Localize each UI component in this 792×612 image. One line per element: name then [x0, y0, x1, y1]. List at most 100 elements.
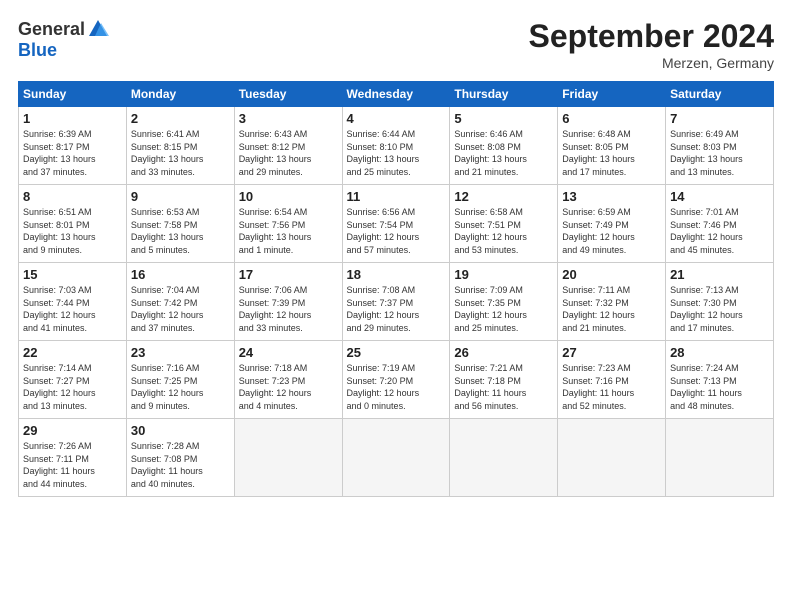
day-info: Sunrise: 6:39 AM Sunset: 8:17 PM Dayligh… — [23, 128, 122, 178]
day-info: Sunrise: 7:14 AM Sunset: 7:27 PM Dayligh… — [23, 362, 122, 412]
logo-general-text: General — [18, 19, 85, 40]
day-info: Sunrise: 6:59 AM Sunset: 7:49 PM Dayligh… — [562, 206, 661, 256]
day-info: Sunrise: 6:44 AM Sunset: 8:10 PM Dayligh… — [347, 128, 446, 178]
table-row: 24Sunrise: 7:18 AM Sunset: 7:23 PM Dayli… — [234, 341, 342, 419]
day-number: 19 — [454, 267, 553, 282]
title-block: September 2024 Merzen, Germany — [529, 18, 774, 71]
day-number: 8 — [23, 189, 122, 204]
day-number: 17 — [239, 267, 338, 282]
day-number: 21 — [670, 267, 769, 282]
day-number: 10 — [239, 189, 338, 204]
day-number: 20 — [562, 267, 661, 282]
header-row: Sunday Monday Tuesday Wednesday Thursday… — [19, 82, 774, 107]
calendar-row: 29 Sunrise: 7:26 AM Sunset: 7:11 PM Dayli… — [19, 419, 774, 497]
logo-icon — [87, 18, 109, 40]
table-row: 4 Sunrise: 6:44 AM Sunset: 8:10 PM Daylig… — [342, 107, 450, 185]
table-row: 15Sunrise: 7:03 AM Sunset: 7:44 PM Dayli… — [19, 263, 127, 341]
day-info: Sunrise: 7:04 AM Sunset: 7:42 PM Dayligh… — [131, 284, 230, 334]
day-info: Sunrise: 7:13 AM Sunset: 7:30 PM Dayligh… — [670, 284, 769, 334]
day-info: Sunrise: 6:53 AM Sunset: 7:58 PM Dayligh… — [131, 206, 230, 256]
day-number: 28 — [670, 345, 769, 360]
day-number: 11 — [347, 189, 446, 204]
day-info: Sunrise: 7:18 AM Sunset: 7:23 PM Dayligh… — [239, 362, 338, 412]
table-row: 17 Sunrise: 7:06 AM Sunset: 7:39 PM Dayli… — [234, 263, 342, 341]
calendar-row: 8 Sunrise: 6:51 AM Sunset: 8:01 PM Daylig… — [19, 185, 774, 263]
day-number: 27 — [562, 345, 661, 360]
table-row — [666, 419, 774, 497]
table-row: 14 Sunrise: 7:01 AM Sunset: 7:46 PM Dayli… — [666, 185, 774, 263]
table-row: 25 Sunrise: 7:19 AM Sunset: 7:20 PM Dayli… — [342, 341, 450, 419]
logo: General Blue — [18, 18, 109, 61]
day-info: Sunrise: 6:46 AM Sunset: 8:08 PM Dayligh… — [454, 128, 553, 178]
table-row: 2Sunrise: 6:41 AM Sunset: 8:15 PM Daylig… — [126, 107, 234, 185]
table-row: 28 Sunrise: 7:24 AM Sunset: 7:13 PM Dayli… — [666, 341, 774, 419]
header: General Blue September 2024 Merzen, Germ… — [18, 18, 774, 71]
calendar-table: Sunday Monday Tuesday Wednesday Thursday… — [18, 81, 774, 497]
day-info: Sunrise: 7:03 AM Sunset: 7:44 PM Dayligh… — [23, 284, 122, 334]
table-row — [450, 419, 558, 497]
calendar-row: 15Sunrise: 7:03 AM Sunset: 7:44 PM Dayli… — [19, 263, 774, 341]
th-sunday: Sunday — [19, 82, 127, 107]
day-info: Sunrise: 6:56 AM Sunset: 7:54 PM Dayligh… — [347, 206, 446, 256]
day-info: Sunrise: 7:21 AM Sunset: 7:18 PM Dayligh… — [454, 362, 553, 412]
th-saturday: Saturday — [666, 82, 774, 107]
table-row: 21 Sunrise: 7:13 AM Sunset: 7:30 PM Dayli… — [666, 263, 774, 341]
table-row: 22 Sunrise: 7:14 AM Sunset: 7:27 PM Dayli… — [19, 341, 127, 419]
day-info: Sunrise: 7:26 AM Sunset: 7:11 PM Dayligh… — [23, 440, 122, 490]
day-info: Sunrise: 7:09 AM Sunset: 7:35 PM Dayligh… — [454, 284, 553, 334]
day-info: Sunrise: 6:41 AM Sunset: 8:15 PM Dayligh… — [131, 128, 230, 178]
day-number: 9 — [131, 189, 230, 204]
day-number: 22 — [23, 345, 122, 360]
day-number: 7 — [670, 111, 769, 126]
th-friday: Friday — [558, 82, 666, 107]
table-row: 30 Sunrise: 7:28 AM Sunset: 7:08 PM Dayli… — [126, 419, 234, 497]
table-row: 20 Sunrise: 7:11 AM Sunset: 7:32 PM Dayli… — [558, 263, 666, 341]
day-number: 26 — [454, 345, 553, 360]
day-number: 6 — [562, 111, 661, 126]
table-row: 19 Sunrise: 7:09 AM Sunset: 7:35 PM Dayli… — [450, 263, 558, 341]
logo-blue-text: Blue — [18, 40, 57, 60]
day-info: Sunrise: 6:51 AM Sunset: 8:01 PM Dayligh… — [23, 206, 122, 256]
day-info: Sunrise: 6:49 AM Sunset: 8:03 PM Dayligh… — [670, 128, 769, 178]
day-info: Sunrise: 7:01 AM Sunset: 7:46 PM Dayligh… — [670, 206, 769, 256]
table-row: 18 Sunrise: 7:08 AM Sunset: 7:37 PM Dayli… — [342, 263, 450, 341]
day-info: Sunrise: 7:08 AM Sunset: 7:37 PM Dayligh… — [347, 284, 446, 334]
month-title: September 2024 — [529, 18, 774, 55]
day-number: 4 — [347, 111, 446, 126]
table-row — [558, 419, 666, 497]
table-row: 1 Sunrise: 6:39 AM Sunset: 8:17 PM Daylig… — [19, 107, 127, 185]
table-row: 26 Sunrise: 7:21 AM Sunset: 7:18 PM Dayli… — [450, 341, 558, 419]
day-number: 3 — [239, 111, 338, 126]
day-number: 18 — [347, 267, 446, 282]
day-number: 13 — [562, 189, 661, 204]
day-info: Sunrise: 6:54 AM Sunset: 7:56 PM Dayligh… — [239, 206, 338, 256]
table-row: 23Sunrise: 7:16 AM Sunset: 7:25 PM Dayli… — [126, 341, 234, 419]
table-row: 12 Sunrise: 6:58 AM Sunset: 7:51 PM Dayli… — [450, 185, 558, 263]
day-info: Sunrise: 7:28 AM Sunset: 7:08 PM Dayligh… — [131, 440, 230, 490]
location: Merzen, Germany — [529, 55, 774, 71]
table-row: 13 Sunrise: 6:59 AM Sunset: 7:49 PM Dayli… — [558, 185, 666, 263]
day-info: Sunrise: 7:19 AM Sunset: 7:20 PM Dayligh… — [347, 362, 446, 412]
table-row: 10 Sunrise: 6:54 AM Sunset: 7:56 PM Dayli… — [234, 185, 342, 263]
th-wednesday: Wednesday — [342, 82, 450, 107]
day-info: Sunrise: 7:16 AM Sunset: 7:25 PM Dayligh… — [131, 362, 230, 412]
calendar-row: 22 Sunrise: 7:14 AM Sunset: 7:27 PM Dayli… — [19, 341, 774, 419]
day-number: 29 — [23, 423, 122, 438]
day-number: 12 — [454, 189, 553, 204]
day-info: Sunrise: 6:58 AM Sunset: 7:51 PM Dayligh… — [454, 206, 553, 256]
table-row: 5Sunrise: 6:46 AM Sunset: 8:08 PM Daylig… — [450, 107, 558, 185]
table-row: 7 Sunrise: 6:49 AM Sunset: 8:03 PM Daylig… — [666, 107, 774, 185]
table-row: 29 Sunrise: 7:26 AM Sunset: 7:11 PM Dayli… — [19, 419, 127, 497]
day-number: 1 — [23, 111, 122, 126]
day-number: 30 — [131, 423, 230, 438]
day-info: Sunrise: 7:24 AM Sunset: 7:13 PM Dayligh… — [670, 362, 769, 412]
page: General Blue September 2024 Merzen, Germ… — [0, 0, 792, 507]
day-number: 14 — [670, 189, 769, 204]
table-row: 27Sunrise: 7:23 AM Sunset: 7:16 PM Dayli… — [558, 341, 666, 419]
th-monday: Monday — [126, 82, 234, 107]
day-info: Sunrise: 7:11 AM Sunset: 7:32 PM Dayligh… — [562, 284, 661, 334]
table-row: 16Sunrise: 7:04 AM Sunset: 7:42 PM Dayli… — [126, 263, 234, 341]
day-info: Sunrise: 7:06 AM Sunset: 7:39 PM Dayligh… — [239, 284, 338, 334]
day-number: 25 — [347, 345, 446, 360]
table-row: 11 Sunrise: 6:56 AM Sunset: 7:54 PM Dayli… — [342, 185, 450, 263]
